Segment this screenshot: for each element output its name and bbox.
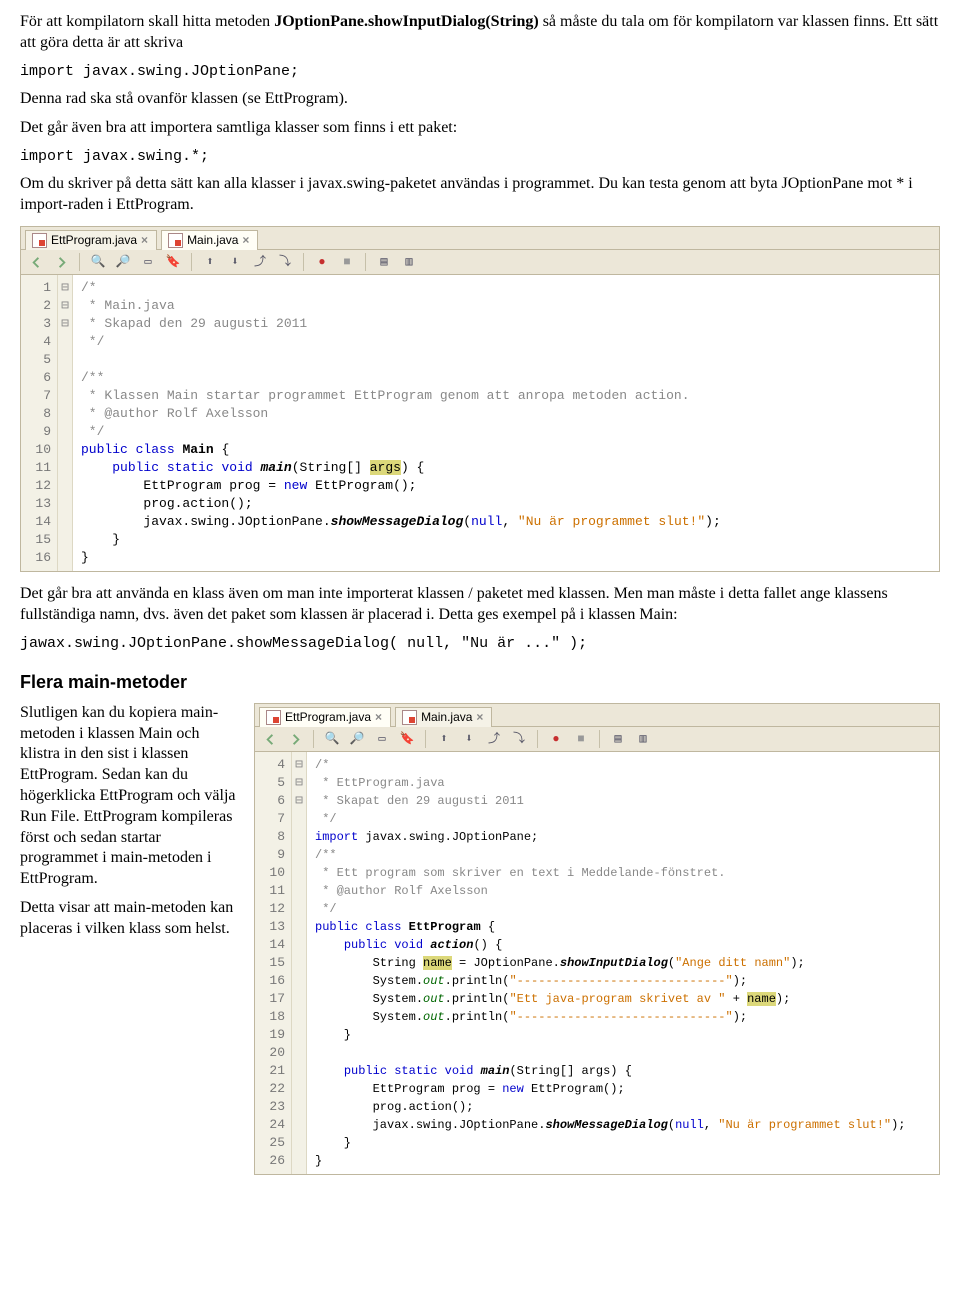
history-back-icon[interactable] bbox=[261, 730, 279, 748]
macro-stop-icon[interactable]: ■ bbox=[338, 253, 356, 271]
tab-label: EttProgram.java bbox=[51, 233, 137, 249]
prev-error-icon[interactable]: ⤴ bbox=[485, 730, 503, 748]
close-icon[interactable]: × bbox=[375, 710, 382, 726]
history-back-icon[interactable] bbox=[27, 253, 45, 271]
paragraph: Om du skriver på detta sätt kan alla kla… bbox=[20, 174, 940, 216]
editor-toolbar: 🔍 🔎 ▭ 🔖 ⬆ ⬇ ⤴ ⤵ ● ■ ▤ ▥ bbox=[21, 250, 939, 275]
uncomment-icon[interactable]: ▥ bbox=[634, 730, 652, 748]
find-prev-icon[interactable]: 🔎 bbox=[348, 730, 366, 748]
comment-icon[interactable]: ▤ bbox=[375, 253, 393, 271]
find-selection-icon[interactable]: 🔍 bbox=[323, 730, 341, 748]
toggle-bookmark-icon[interactable]: 🔖 bbox=[164, 253, 182, 271]
fold-column[interactable]: ⊟ ⊟ ⊟ bbox=[292, 752, 307, 1174]
fold-column[interactable]: ⊟ ⊟ ⊟ bbox=[58, 275, 73, 571]
next-bookmark-icon[interactable]: ⬇ bbox=[226, 253, 244, 271]
highlight-icon[interactable]: ▭ bbox=[373, 730, 391, 748]
next-bookmark-icon[interactable]: ⬇ bbox=[460, 730, 478, 748]
java-file-icon bbox=[266, 710, 281, 725]
line-numbers: 4 5 6 7 8 9 10 11 12 13 14 15 16 17 18 1… bbox=[255, 752, 292, 1174]
next-error-icon[interactable]: ⤵ bbox=[276, 253, 294, 271]
editor-toolbar: 🔍 🔎 ▭ 🔖 ⬆ ⬇ ⤴ ⤵ ● ■ ▤ ▥ bbox=[255, 727, 939, 752]
tab-main[interactable]: Main.java × bbox=[395, 707, 492, 728]
history-forward-icon[interactable] bbox=[286, 730, 304, 748]
separator bbox=[365, 253, 366, 271]
separator bbox=[303, 253, 304, 271]
macro-record-icon[interactable]: ● bbox=[547, 730, 565, 748]
paragraph: Slutligen kan du kopiera main-metoden i … bbox=[20, 703, 240, 890]
macro-record-icon[interactable]: ● bbox=[313, 253, 331, 271]
paragraph: För att kompilatorn skall hitta metoden … bbox=[20, 12, 940, 54]
toggle-bookmark-icon[interactable]: 🔖 bbox=[398, 730, 416, 748]
source-code[interactable]: /* * EttProgram.java * Skapat den 29 aug… bbox=[307, 752, 939, 1174]
tab-main[interactable]: Main.java × bbox=[161, 230, 258, 251]
tab-label: Main.java bbox=[421, 710, 472, 726]
prev-bookmark-icon[interactable]: ⬆ bbox=[201, 253, 219, 271]
editor-body: 1 2 3 4 5 6 7 8 9 10 11 12 13 14 15 16 ⊟… bbox=[21, 275, 939, 571]
close-icon[interactable]: × bbox=[242, 233, 249, 249]
two-column: Slutligen kan du kopiera main-metoden i … bbox=[20, 703, 940, 1176]
method-name: JOptionPane.showInputDialog(String) bbox=[274, 13, 539, 30]
comment-icon[interactable]: ▤ bbox=[609, 730, 627, 748]
tab-ettprogram[interactable]: EttProgram.java × bbox=[25, 230, 157, 251]
close-icon[interactable]: × bbox=[141, 233, 148, 249]
prev-error-icon[interactable]: ⤴ bbox=[251, 253, 269, 271]
tab-bar: EttProgram.java × Main.java × bbox=[255, 704, 939, 728]
code-line: import javax.swing.JOptionPane; bbox=[20, 62, 940, 82]
separator bbox=[191, 253, 192, 271]
code-line: jawax.swing.JOptionPane.showMessageDialo… bbox=[20, 634, 940, 654]
source-code[interactable]: /* * Main.java * Skapad den 29 augusti 2… bbox=[73, 275, 939, 571]
java-file-icon bbox=[402, 710, 417, 725]
tab-label: EttProgram.java bbox=[285, 710, 371, 726]
separator bbox=[599, 730, 600, 748]
line-numbers: 1 2 3 4 5 6 7 8 9 10 11 12 13 14 15 16 bbox=[21, 275, 58, 571]
highlight-icon[interactable]: ▭ bbox=[139, 253, 157, 271]
java-file-icon bbox=[168, 233, 183, 248]
separator bbox=[313, 730, 314, 748]
find-prev-icon[interactable]: 🔎 bbox=[114, 253, 132, 271]
prev-bookmark-icon[interactable]: ⬆ bbox=[435, 730, 453, 748]
tab-label: Main.java bbox=[187, 233, 238, 249]
left-column: Slutligen kan du kopiera main-metoden i … bbox=[20, 703, 240, 948]
paragraph: Detta visar att main-metoden kan placera… bbox=[20, 898, 240, 940]
paragraph: Det går bra att använda en klass även om… bbox=[20, 584, 940, 626]
ide-editor-main: EttProgram.java × Main.java × 🔍 🔎 ▭ 🔖 ⬆ … bbox=[20, 226, 940, 573]
code-line: import javax.swing.*; bbox=[20, 147, 940, 167]
macro-stop-icon[interactable]: ■ bbox=[572, 730, 590, 748]
editor-body: 4 5 6 7 8 9 10 11 12 13 14 15 16 17 18 1… bbox=[255, 752, 939, 1174]
text: För att kompilatorn skall hitta metoden bbox=[20, 13, 274, 30]
uncomment-icon[interactable]: ▥ bbox=[400, 253, 418, 271]
history-forward-icon[interactable] bbox=[52, 253, 70, 271]
separator bbox=[79, 253, 80, 271]
ide-editor-ettprogram: EttProgram.java × Main.java × 🔍 🔎 ▭ 🔖 ⬆ bbox=[254, 703, 940, 1176]
paragraph: Det går även bra att importera samtliga … bbox=[20, 118, 940, 139]
right-column: EttProgram.java × Main.java × 🔍 🔎 ▭ 🔖 ⬆ bbox=[254, 703, 940, 1176]
tab-ettprogram[interactable]: EttProgram.java × bbox=[259, 707, 391, 728]
heading-flera-main: Flera main-metoder bbox=[20, 671, 940, 694]
tab-bar: EttProgram.java × Main.java × bbox=[21, 227, 939, 251]
paragraph: Denna rad ska stå ovanför klassen (se Et… bbox=[20, 89, 940, 110]
close-icon[interactable]: × bbox=[476, 710, 483, 726]
find-selection-icon[interactable]: 🔍 bbox=[89, 253, 107, 271]
separator bbox=[425, 730, 426, 748]
separator bbox=[537, 730, 538, 748]
java-file-icon bbox=[32, 233, 47, 248]
next-error-icon[interactable]: ⤵ bbox=[510, 730, 528, 748]
